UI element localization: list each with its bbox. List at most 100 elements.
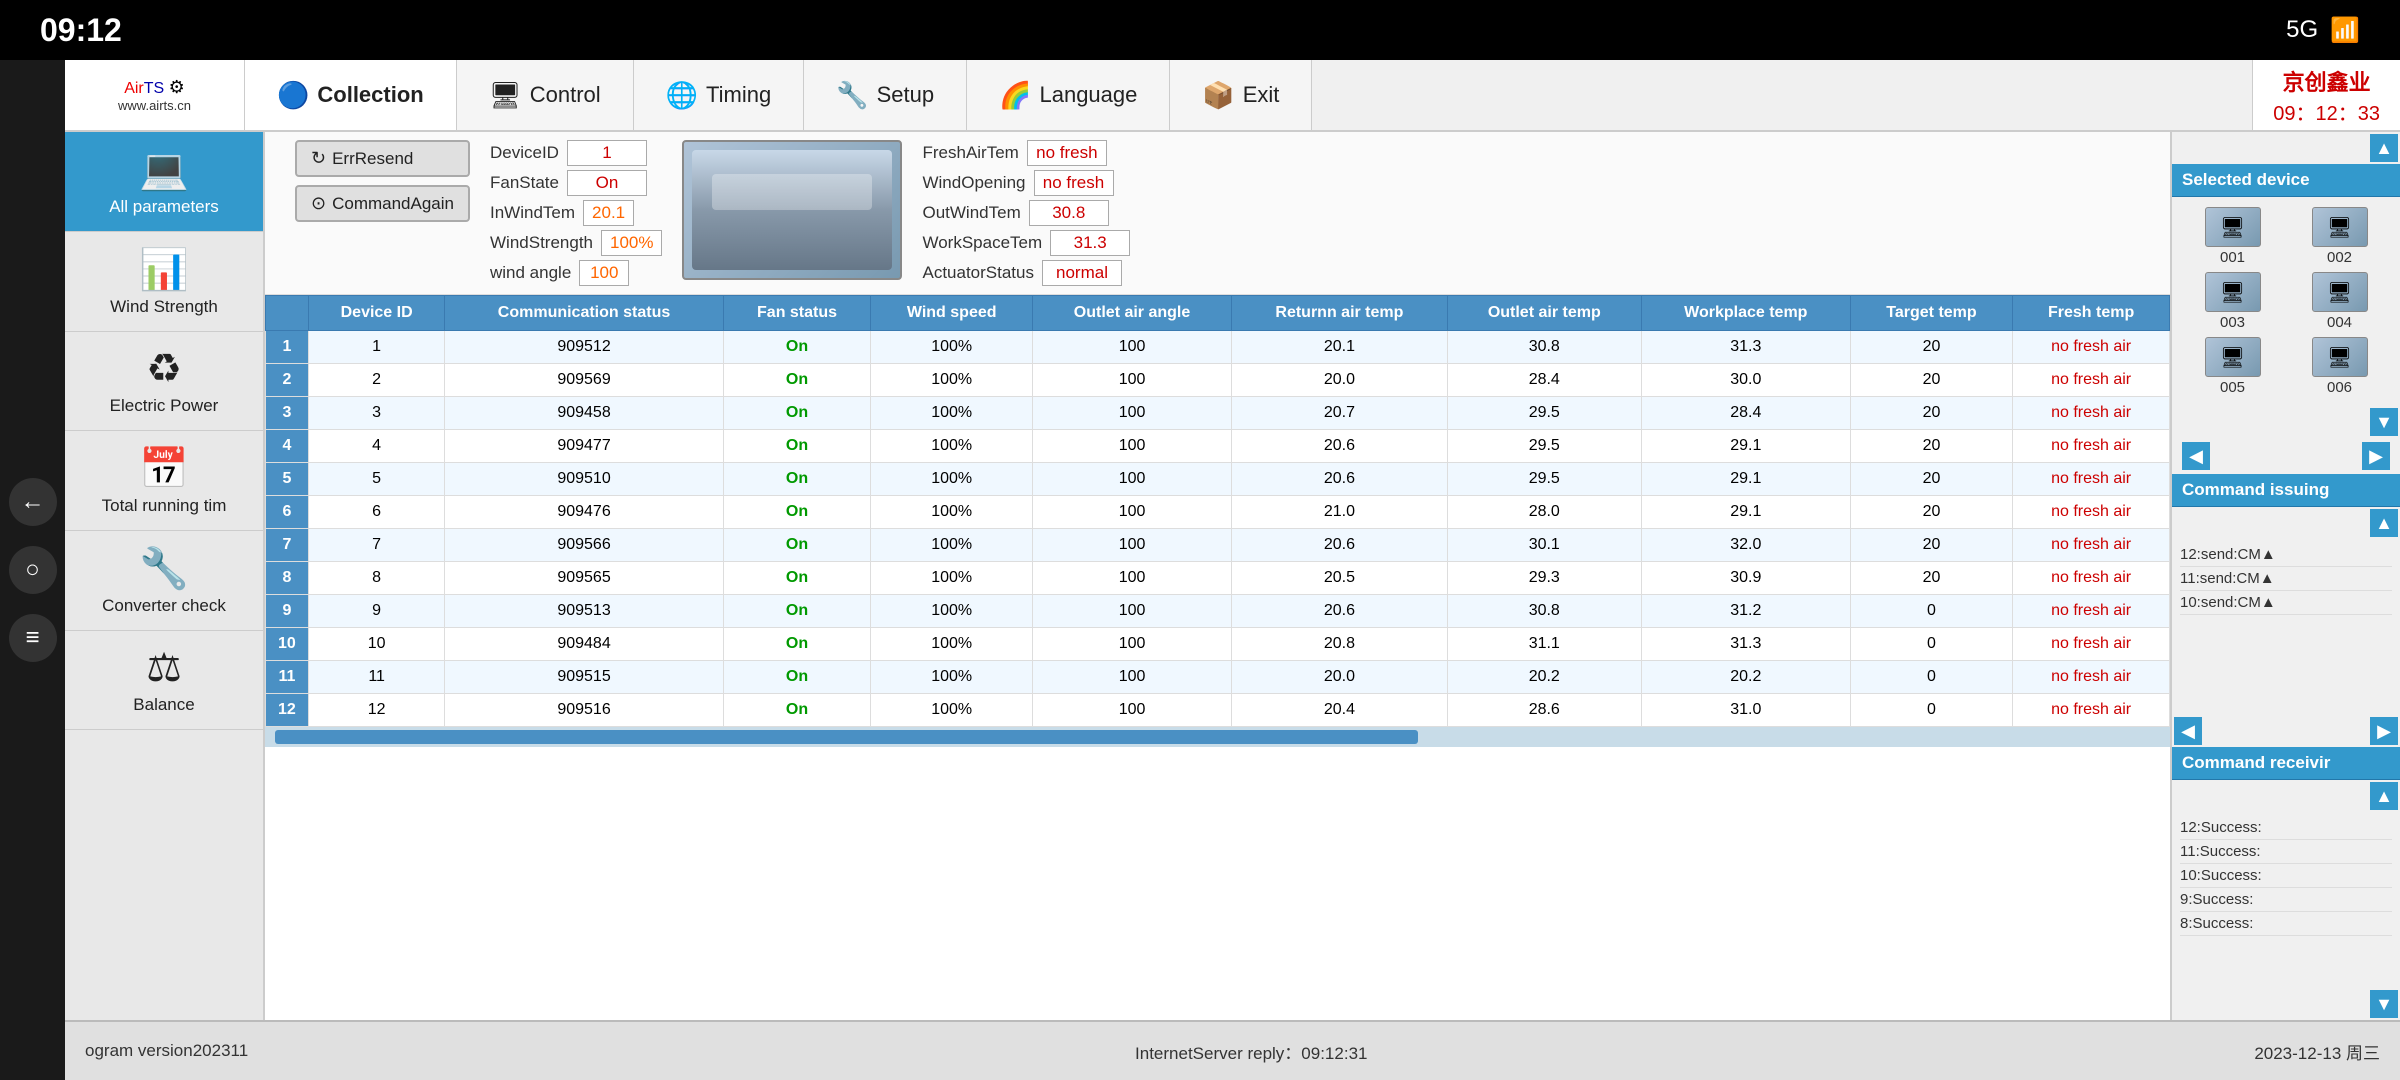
logo-sub: www.airts.cn — [118, 98, 191, 113]
fan-state-value: On — [567, 170, 647, 196]
nav-collection[interactable]: 🔵 Collection — [245, 60, 457, 130]
cell-fan-status: On — [723, 430, 871, 463]
table-container[interactable]: Device ID Communication status Fan statu… — [265, 295, 2170, 1020]
cell-comm-status: 909510 — [445, 463, 723, 496]
table-row[interactable]: 8 8 909565 On 100% 100 20.5 29.3 30.9 20… — [266, 562, 2170, 595]
table-row[interactable]: 1 1 909512 On 100% 100 20.1 30.8 31.3 20… — [266, 331, 2170, 364]
cell-device-id: 7 — [308, 529, 445, 562]
cell-device-id: 12 — [308, 694, 445, 727]
row-num: 2 — [266, 364, 309, 397]
date-text: 2023-12-13 周三 — [2254, 1039, 2380, 1064]
cell-device-id: 3 — [308, 397, 445, 430]
table-row[interactable]: 10 10 909484 On 100% 100 20.8 31.1 31.3 … — [266, 628, 2170, 661]
converter-icon: 🔧 — [139, 545, 189, 592]
cmd-recv-scroll-up-button[interactable]: ▲ — [2370, 782, 2398, 810]
table-row[interactable]: 7 7 909566 On 100% 100 20.6 30.1 32.0 20… — [266, 529, 2170, 562]
cmd-nav-left-button[interactable]: ◀ — [2174, 717, 2202, 745]
cmd-recv-scroll-down-button[interactable]: ▼ — [2370, 990, 2398, 1018]
nav-control[interactable]: 🖥 Control — [457, 60, 634, 130]
table-row[interactable]: 12 12 909516 On 100% 100 20.4 28.6 31.0 … — [266, 694, 2170, 727]
left-sidebar: 💻 All parameters 📊 Wind Strength ♻ Elect… — [65, 132, 265, 1020]
nav-timing[interactable]: 🌐 Timing — [634, 60, 805, 130]
brand-name: 京创鑫业 — [2283, 65, 2371, 97]
setup-icon: 🔧 — [836, 80, 868, 111]
nav-items: 🔵 Collection 🖥 Control 🌐 Timing 🔧 Setup … — [245, 60, 2252, 130]
buttons-area: ↻ ErrResend ⊙ CommandAgain — [295, 140, 470, 222]
resend-icon: ↻ — [311, 148, 326, 169]
scrollbar-thumb[interactable] — [275, 730, 1418, 744]
cell-return-temp: 20.6 — [1232, 430, 1448, 463]
device-thumb-002[interactable]: 🖥 002 — [2289, 207, 2390, 266]
nav-collection-label: Collection — [317, 82, 423, 108]
cell-outlet-temp: 29.3 — [1447, 562, 1641, 595]
cmd-nav-right-button[interactable]: ▶ — [2370, 717, 2398, 745]
cell-fan-status: On — [723, 529, 871, 562]
sidebar-balance[interactable]: ⚖ Balance — [65, 631, 263, 730]
out-wind-tem-row: OutWindTem 30.8 — [922, 200, 1130, 226]
fresh-air-tem-label: FreshAirTem — [922, 143, 1018, 163]
device-thumb-005[interactable]: 🖥 005 — [2182, 337, 2283, 396]
cmd-scroll-up-button[interactable]: ▲ — [2370, 509, 2398, 537]
cell-workplace-temp: 32.0 — [1641, 529, 1850, 562]
nav-setup[interactable]: 🔧 Setup — [804, 60, 967, 130]
cell-fresh-temp: no fresh air — [2013, 496, 2170, 529]
cell-outlet-temp: 29.5 — [1447, 463, 1641, 496]
table-row[interactable]: 4 4 909477 On 100% 100 20.6 29.5 29.1 20… — [266, 430, 2170, 463]
sidebar-wind-strength[interactable]: 📊 Wind Strength — [65, 232, 263, 332]
cmd-receiving-list: 12:Success: 11:Success: 10:Success: 9:Su… — [2172, 812, 2400, 988]
cell-fresh-temp: no fresh air — [2013, 661, 2170, 694]
nav-language-label: Language — [1039, 82, 1137, 108]
brand-time: 09：12：33 — [2273, 97, 2380, 126]
sidebar-electric-power[interactable]: ♻ Electric Power — [65, 332, 263, 431]
command-again-label: CommandAgain — [332, 194, 454, 214]
timing-icon: 🌐 — [666, 80, 698, 111]
table-scrollbar[interactable] — [265, 727, 2170, 747]
cell-wind-speed: 100% — [871, 529, 1032, 562]
cell-return-temp: 20.6 — [1232, 463, 1448, 496]
sidebar-total-running[interactable]: 📅 Total running tim — [65, 431, 263, 531]
cell-return-temp: 20.4 — [1232, 694, 1448, 727]
wind-opening-label: WindOpening — [922, 173, 1025, 193]
table-header-row: Device ID Communication status Fan statu… — [266, 296, 2170, 331]
row-num: 7 — [266, 529, 309, 562]
scroll-up-button[interactable]: ▲ — [2370, 134, 2398, 162]
cell-fan-status: On — [723, 694, 871, 727]
device-thumb-001[interactable]: 🖥 001 — [2182, 207, 2283, 266]
sidebar-converter[interactable]: 🔧 Converter check — [65, 531, 263, 631]
sidebar-all-params[interactable]: 💻 All parameters — [65, 132, 263, 232]
col-return-air-temp: Returnn air temp — [1232, 296, 1448, 331]
command-again-button[interactable]: ⊙ CommandAgain — [295, 185, 470, 222]
cell-target-temp: 20 — [1850, 397, 2013, 430]
home-button[interactable]: ○ — [9, 546, 57, 594]
device-thumb-003[interactable]: 🖥 003 — [2182, 272, 2283, 331]
cell-comm-status: 909566 — [445, 529, 723, 562]
err-resend-button[interactable]: ↻ ErrResend — [295, 140, 470, 177]
nav-right-button[interactable]: ▶ — [2362, 442, 2390, 470]
cell-workplace-temp: 29.1 — [1641, 430, 1850, 463]
nav-control-label: Control — [530, 82, 601, 108]
nav-language[interactable]: 🌈 Language — [967, 60, 1170, 130]
out-wind-tem-label: OutWindTem — [922, 203, 1020, 223]
table-row[interactable]: 6 6 909476 On 100% 100 21.0 28.0 29.1 20… — [266, 496, 2170, 529]
table-row[interactable]: 11 11 909515 On 100% 100 20.0 20.2 20.2 … — [266, 661, 2170, 694]
device-thumb-006[interactable]: 🖥 006 — [2289, 337, 2390, 396]
table-row[interactable]: 3 3 909458 On 100% 100 20.7 29.5 28.4 20… — [266, 397, 2170, 430]
menu-button[interactable]: ≡ — [9, 614, 57, 662]
cell-fresh-temp: no fresh air — [2013, 694, 2170, 727]
back-button[interactable]: ← — [9, 478, 57, 526]
cell-workplace-temp: 31.0 — [1641, 694, 1850, 727]
table-row[interactable]: 2 2 909569 On 100% 100 20.0 28.4 30.0 20… — [266, 364, 2170, 397]
table-row[interactable]: 5 5 909510 On 100% 100 20.6 29.5 29.1 20… — [266, 463, 2170, 496]
cell-air-angle: 100 — [1032, 661, 1231, 694]
table-row[interactable]: 9 9 909513 On 100% 100 20.6 30.8 31.2 0 … — [266, 595, 2170, 628]
workspace-tem-label: WorkSpaceTem — [922, 233, 1042, 253]
wind-opening-value: no fresh — [1034, 170, 1114, 196]
col-fan-status: Fan status — [723, 296, 871, 331]
nav-exit[interactable]: 📦 Exit — [1170, 60, 1312, 130]
cell-wind-speed: 100% — [871, 364, 1032, 397]
device-thumb-004[interactable]: 🖥 004 — [2289, 272, 2390, 331]
nav-left-button[interactable]: ◀ — [2182, 442, 2210, 470]
scroll-down-device-button[interactable]: ▼ — [2370, 408, 2398, 436]
device-info-left: DeviceID 1 FanState On InWindTem 20.1 Wi… — [490, 140, 662, 286]
balance-icon: ⚖ — [146, 645, 182, 691]
